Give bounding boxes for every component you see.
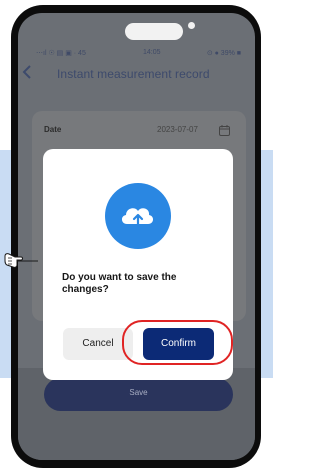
status-time: 14:05 bbox=[143, 49, 161, 56]
cloud-upload-icon bbox=[105, 183, 171, 249]
calendar-icon[interactable] bbox=[219, 123, 230, 136]
date-label: Date bbox=[44, 125, 62, 134]
dialog-message: Do you want to save the changes? bbox=[62, 272, 177, 295]
save-button[interactable]: Save bbox=[44, 378, 233, 411]
status-bar: ⋯ıl ☉ ▤ ▣ · 45 14:05 ⊙ ● 39% ■ bbox=[18, 47, 255, 61]
status-battery: ⊙ ● 39% ■ bbox=[206, 50, 241, 57]
confirm-highlight-ring bbox=[122, 320, 233, 365]
date-value[interactable]: 2023-07-07 bbox=[157, 125, 198, 134]
page-title: Instant measurement record bbox=[57, 67, 210, 81]
pointing-hand-icon bbox=[2, 249, 38, 273]
back-arrow-icon[interactable] bbox=[22, 65, 38, 81]
camera-dot bbox=[188, 22, 195, 29]
status-signal: ⋯ıl ☉ ▤ ▣ · 45 bbox=[36, 50, 86, 57]
save-button-label: Save bbox=[129, 388, 148, 397]
camera-notch bbox=[125, 23, 183, 40]
